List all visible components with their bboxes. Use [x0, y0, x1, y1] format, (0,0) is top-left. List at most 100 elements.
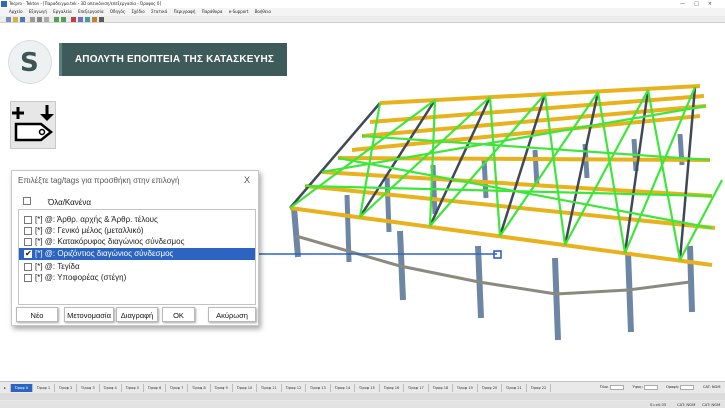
tab-floor[interactable]: Όροφ 2	[55, 384, 78, 392]
list-item[interactable]: [*] @: Άρθρ. αρχής & Άρθρ. τέλους	[19, 214, 255, 225]
tab-floor[interactable]: Όροφ 5	[122, 384, 145, 392]
new-file-icon[interactable]	[6, 17, 11, 22]
list-item-selected[interactable]: ✔ [*] @: Οριζόντιος διαγώνιος σύνδεσμος	[19, 248, 255, 260]
item-label: [*] @: Υποφορέας (στέγη)	[35, 273, 127, 282]
undo-icon[interactable]	[54, 17, 59, 22]
item-label: [*] @: Άρθρ. αρχής & Άρθρ. τέλους	[35, 215, 158, 224]
tab-floor[interactable]: Όροφ 7	[166, 384, 189, 392]
tab-floor[interactable]: Όροφ 8	[188, 384, 211, 392]
checkmark-icon: ✔	[25, 248, 32, 258]
tab-floor[interactable]: Όροφ 17	[404, 384, 429, 392]
tab-floor-0-active[interactable]: Όροφ 0	[10, 384, 34, 392]
cut-icon[interactable]	[30, 17, 35, 22]
floor-tabs: ▸ Όροφ 0 Όροφ 1 Όροφ 2 Όροφ 3 Όροφ 4 Όροφ 5 Όρο…	[0, 384, 552, 392]
redo-icon[interactable]	[61, 17, 66, 22]
item-label: [*] @: Κατακόρυφος διαγώνιος σύνδεσμος	[35, 237, 185, 246]
copy-icon[interactable]	[37, 17, 42, 22]
menu-description[interactable]: Περιγραφή	[174, 9, 196, 14]
tab-floor[interactable]: Όροφ 1	[33, 384, 56, 392]
tab-floor[interactable]: Όροφ 13	[306, 384, 331, 392]
tie-beam	[399, 264, 480, 284]
floor-select-value: Όλοι	[600, 385, 609, 389]
title-bar: Tecpro - Tekton - [Παραδειγμα.tek - 3D α…	[0, 0, 725, 8]
tab-floor[interactable]: Όροφ 12	[282, 384, 307, 392]
rename-button[interactable]: Μετονομασία	[64, 307, 114, 322]
level-field[interactable]: Ύψος:	[632, 384, 659, 391]
tab-floor[interactable]: Όροφ 4	[100, 384, 122, 392]
tag-list[interactable]: [*] @: Άρθρ. αρχής & Άρθρ. τέλους [*] @:…	[18, 209, 256, 305]
column	[625, 251, 634, 333]
paste-icon[interactable]	[44, 17, 49, 22]
menu-tools[interactable]: Εργαλεία	[53, 9, 72, 14]
menu-drawing[interactable]: Σχέδιο	[131, 9, 144, 14]
list-item[interactable]: [*] @: Γενικό μέλος (μεταλλικό)	[19, 225, 255, 236]
item-checkbox[interactable]	[24, 237, 32, 246]
tab-floor[interactable]: Όροφ 14	[331, 384, 356, 392]
column	[552, 257, 561, 341]
item-checkbox[interactable]	[24, 226, 32, 235]
banner-heading: ΑΠΟΛΥΤΗ ΕΠΟΠΤΕΙΑ ΤΗΣ ΚΑΤΑΣΚΕΥΗΣ	[59, 43, 287, 76]
horizontal-brace	[488, 96, 502, 237]
list-item[interactable]: [*] @: Κατακόρυφος διαγώνιος σύνδεσμος	[19, 236, 255, 247]
status-area: ▸ Όροφ 0 Όροφ 1 Όροφ 2 Όροφ 3 Όροφ 4 Όροφ 5 Όρο…	[0, 381, 725, 408]
bottom-toolbar	[0, 393, 725, 407]
select-all-checkbox[interactable]	[23, 197, 31, 205]
category-readout: CAT: NGM	[703, 385, 721, 389]
elevation-label: Οροφή:	[666, 385, 680, 389]
tie-beam	[478, 280, 557, 296]
tab-floor[interactable]: Όροφ 20	[478, 384, 503, 392]
item-checkbox-checked[interactable]: ✔	[24, 248, 32, 258]
app-icon	[1, 1, 7, 7]
window-title: Tecpro - Tekton - [Παραδειγμα.tek - 3D α…	[9, 1, 162, 6]
tie-beam	[555, 288, 629, 296]
ok-button[interactable]: ΟΚ	[162, 307, 195, 322]
item-checkbox[interactable]	[24, 215, 32, 224]
open-file-icon[interactable]	[13, 17, 18, 22]
item-label: [*] @: Τεγίδα	[35, 262, 80, 271]
tools-icon[interactable]	[92, 17, 97, 22]
new-button[interactable]: Νέο	[16, 307, 58, 322]
tab-floor[interactable]: Όροφ 15	[355, 384, 380, 392]
tab-floor[interactable]: Όροφ 3	[77, 384, 100, 392]
tab-floor[interactable]: Όροφ 6	[144, 384, 167, 392]
menu-windows[interactable]: Παράθυρα	[202, 9, 223, 14]
tab-floor[interactable]: Όροφ 19	[453, 384, 478, 392]
tab-floor[interactable]: Όροφ 10	[233, 384, 258, 392]
item-checkbox[interactable]	[24, 262, 32, 271]
list-item[interactable]: [*] @: Τεγίδα	[19, 261, 255, 272]
column	[291, 207, 301, 258]
tab-floor[interactable]: Όροφ 11	[257, 384, 282, 392]
delete-icon[interactable]	[71, 17, 76, 22]
floor-select[interactable]: Όλοι	[600, 384, 624, 391]
tab-floor[interactable]: Όροφ 9	[211, 384, 233, 392]
menu-help[interactable]: Βοήθεια	[255, 9, 271, 14]
s-logo-icon: S	[20, 48, 39, 78]
close-window-button[interactable]: ×	[708, 1, 721, 7]
print-icon[interactable]	[99, 17, 104, 22]
menu-export[interactable]: Εξαγωγή	[29, 9, 47, 14]
view-icon[interactable]	[78, 17, 83, 22]
elevation-field[interactable]: Οροφή:	[666, 384, 695, 391]
menu-file[interactable]: Αρχείο	[9, 9, 23, 14]
render-icon[interactable]	[85, 17, 90, 22]
tag-selection-dialog: Επιλέξτε tag/tags για προσθήκη στην επιλ…	[11, 170, 259, 326]
menu-esupport[interactable]: e-Support	[229, 9, 249, 14]
window-controls: —□×	[680, 0, 721, 8]
horizontal-brace	[321, 104, 707, 174]
menu-edit[interactable]: Επεξεργασία	[78, 9, 104, 14]
menu-guide[interactable]: Οδηγός	[110, 9, 125, 14]
tab-floor[interactable]: Όροφ 18	[429, 384, 454, 392]
tab-floor[interactable]: Όροφ 21	[502, 384, 527, 392]
tab-floor[interactable]: Όροφ 16	[380, 384, 405, 392]
save-icon[interactable]	[20, 17, 25, 22]
tab-floor[interactable]: Όροφ 22	[527, 384, 552, 392]
maximize-button[interactable]: □	[694, 1, 708, 7]
tab-floor-0[interactable]: ▸	[0, 384, 11, 392]
minimize-button[interactable]: —	[680, 1, 694, 7]
list-item[interactable]: [*] @: Υποφορέας (στέγη)	[19, 272, 255, 283]
delete-button[interactable]: Διαγραφή	[116, 307, 158, 322]
dialog-close-button[interactable]: X	[244, 175, 250, 185]
menu-static[interactable]: Στατικά	[151, 9, 167, 14]
cancel-button[interactable]: Ακύρωση	[208, 307, 256, 322]
item-checkbox[interactable]	[24, 273, 32, 282]
